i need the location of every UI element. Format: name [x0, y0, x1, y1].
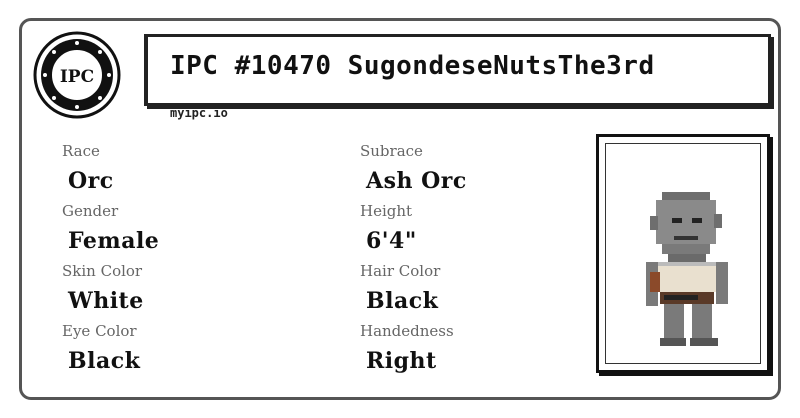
eye-color-label: Eye Color [62, 322, 137, 340]
height-value: 6'4" [366, 228, 417, 254]
logo-text: IPC [60, 67, 94, 87]
character-portrait [596, 134, 770, 373]
title-banner: IPC #10470 SugondeseNutsThe3rd [144, 34, 771, 106]
race-value: Orc [68, 168, 114, 194]
height-label: Height [360, 202, 413, 220]
character-title: IPC #10470 SugondeseNutsThe3rd [170, 51, 655, 81]
skin-color-value: White [68, 288, 144, 314]
subrace-value: Ash Orc [366, 168, 467, 194]
eye-color-value: Black [68, 348, 141, 374]
skin-color-label: Skin Color [62, 262, 143, 280]
portrait-frame [605, 143, 761, 364]
race-label: Race [62, 142, 100, 160]
handedness-value: Right [366, 348, 437, 374]
ipc-logo-icon: IPC [33, 31, 121, 119]
gender-label: Gender [62, 202, 119, 220]
subrace-label: Subrace [360, 142, 423, 160]
handedness-label: Handedness [360, 322, 454, 340]
site-url: myipc.io [170, 106, 228, 120]
hair-color-value: Black [366, 288, 439, 314]
gender-value: Female [68, 228, 160, 254]
orc-character-sprite-icon [646, 192, 728, 346]
hair-color-label: Hair Color [360, 262, 441, 280]
